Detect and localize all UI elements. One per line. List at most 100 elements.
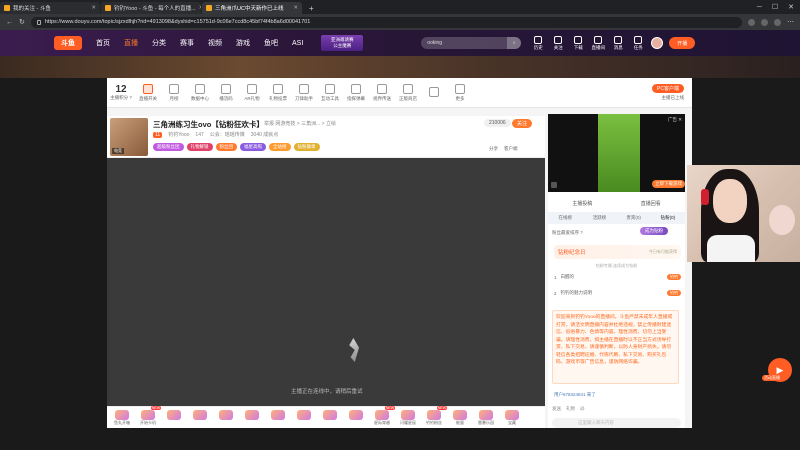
- fan-row[interactable]: 2 钓钓的魅力说明 钓钓: [554, 290, 681, 296]
- become-diamond-button[interactable]: 成为钻粉: [640, 227, 668, 235]
- gift-item[interactable]: [267, 409, 289, 426]
- refresh-icon[interactable]: ↻: [19, 18, 25, 26]
- tool-store[interactable]: 正版商店: [395, 83, 421, 102]
- search-input[interactable]: ooking ⌕: [421, 37, 522, 49]
- back-icon[interactable]: ←: [6, 19, 13, 26]
- user-avatar[interactable]: [651, 37, 664, 49]
- tool-live-switch[interactable]: 直播开关: [135, 83, 161, 102]
- chat-input[interactable]: 这里输入聊天内容: [552, 418, 681, 428]
- room-cover[interactable]: 电竞: [110, 118, 148, 156]
- badge[interactable]: 粉丝团: [215, 143, 237, 151]
- tool-vision-teleport[interactable]: 视界传送: [369, 83, 395, 102]
- ad-download-button[interactable]: 立即下载游戏: [652, 180, 685, 188]
- gift-item[interactable]: [189, 409, 211, 426]
- close-window-icon[interactable]: ✕: [788, 3, 794, 11]
- nav-video[interactable]: 视频: [208, 38, 222, 48]
- tab-vip[interactable]: 贵宾(0): [617, 212, 651, 224]
- ad-label[interactable]: 广告 ✕: [668, 117, 682, 123]
- nav-games[interactable]: 游戏: [236, 38, 250, 48]
- history-button[interactable]: 历史: [531, 35, 545, 51]
- gift-item[interactable]: [241, 409, 263, 426]
- chat-tool[interactable]: 礼物: [566, 406, 575, 412]
- gift-item[interactable]: 闪耀星辰: [397, 409, 419, 426]
- gift-item[interactable]: 钓钓粉丝 NEW: [423, 405, 447, 426]
- tab-anchor-posts[interactable]: 主播投稿: [572, 200, 592, 207]
- tool-ar-gift[interactable]: AR礼物: [239, 83, 265, 102]
- promo-banner[interactable]: 亚洲邀请赛 公主魔赛: [321, 35, 364, 51]
- profile-icon[interactable]: [774, 18, 781, 26]
- gift-item[interactable]: [215, 409, 237, 426]
- nav-category[interactable]: 分类: [152, 38, 166, 48]
- room-category[interactable]: 举报 网游竞技 > 三角洲... > 立绘: [264, 120, 336, 127]
- tab-replay[interactable]: 直播回看: [641, 200, 661, 207]
- browser-tab[interactable]: 钓钓Yooo - 斗鱼 - 每个人的直播...✕: [101, 2, 201, 14]
- tab-online[interactable]: 在线榜: [548, 212, 582, 224]
- tool-interaction[interactable]: 互动工具: [317, 83, 343, 102]
- gift-item[interactable]: [293, 409, 315, 426]
- video-player[interactable]: 主播正在连线中，请稍后重试: [107, 158, 545, 406]
- nav-fishbar[interactable]: 鱼吧: [264, 38, 278, 48]
- badge[interactable]: 全站榜: [269, 143, 291, 151]
- interaction-icon: [325, 83, 335, 94]
- tool-gift-vote[interactable]: 礼物投票: [265, 83, 291, 102]
- browser-tab-active[interactable]: 三角洲爪UC中天新作已上线 ✕: [202, 2, 302, 14]
- gift-item[interactable]: 能量: [449, 409, 471, 426]
- go-live-button[interactable]: 开播: [669, 37, 696, 49]
- badge[interactable]: 福星高照: [240, 143, 266, 151]
- minimize-icon[interactable]: ─: [757, 4, 762, 11]
- share-button[interactable]: 分享: [489, 146, 498, 152]
- badge[interactable]: 礼物解锁: [186, 143, 213, 151]
- nav-home[interactable]: 首页: [96, 38, 110, 48]
- anchor-score[interactable]: 12 主播积分 ?: [107, 84, 135, 101]
- tasks-button[interactable]: 任务: [631, 35, 645, 51]
- tool-more[interactable]: 更多: [447, 83, 473, 102]
- nav-events[interactable]: 赛事: [180, 38, 194, 48]
- gift-item[interactable]: [163, 409, 185, 426]
- maximize-icon[interactable]: ☐: [772, 3, 778, 11]
- search-icon[interactable]: ⌕: [507, 37, 522, 49]
- gift-item[interactable]: 开始卡机 NEW: [137, 405, 161, 426]
- follow-button[interactable]: 关注: [512, 119, 533, 128]
- mute-icon[interactable]: [551, 182, 557, 188]
- ad-banner[interactable]: 广告 ✕ 立即下载游戏: [548, 114, 685, 192]
- download-button[interactable]: 下载: [571, 35, 585, 51]
- close-icon[interactable]: ✕: [293, 5, 298, 11]
- streamer-name[interactable]: 钓钓Yooo: [168, 131, 189, 138]
- tool-data-center[interactable]: 数据中心: [187, 83, 213, 102]
- browser-tab[interactable]: 我的关注 - 斗鱼 ✕: [0, 2, 100, 14]
- chat-tool[interactable]: 发送: [552, 406, 561, 412]
- badge[interactable]: 超级粉丝团: [153, 143, 184, 151]
- gift-item[interactable]: [319, 409, 341, 426]
- douyu-logo[interactable]: 斗鱼: [54, 36, 82, 50]
- chat-tool[interactable]: @: [580, 406, 585, 412]
- menu-icon[interactable]: ⋯: [787, 18, 794, 26]
- tool-blade-assistant[interactable]: 刀锋助手: [291, 83, 317, 102]
- new-tab-button[interactable]: +: [303, 2, 320, 14]
- fans-anniversary[interactable]: 钻粉纪念日 今日有可能获得: [554, 245, 681, 259]
- close-icon[interactable]: ✕: [199, 5, 201, 11]
- badge[interactable]: 钻粉徽章: [293, 143, 320, 151]
- gift-item[interactable]: 雷暴乐园: [475, 409, 497, 426]
- tool-command-danmaku[interactable]: 指挥弹幕: [343, 83, 369, 102]
- nav-asi[interactable]: ASI: [292, 40, 303, 47]
- tab-active[interactable]: 活跃榜: [582, 212, 616, 224]
- client-button[interactable]: 客户端: [504, 146, 518, 152]
- studio-button[interactable]: 直播间: [591, 35, 605, 51]
- gift-item[interactable]: 鱼丸开箱: [111, 409, 133, 426]
- messages-button[interactable]: 消息: [611, 35, 625, 51]
- tool-monthly-rank[interactable]: 月榜: [161, 83, 187, 102]
- gift-item[interactable]: 宝藏: [501, 409, 523, 426]
- follow-list-button[interactable]: 关注: [551, 35, 565, 51]
- fan-row[interactable]: 1 白醒的 钓钓: [554, 274, 681, 280]
- url-field[interactable]: https://www.douyu.com/topic/sjzxdlhjh?ri…: [30, 16, 742, 28]
- close-icon[interactable]: ✕: [91, 5, 96, 11]
- tab-diamond[interactable]: 钻粉(0): [651, 212, 685, 224]
- gift-item[interactable]: [345, 409, 367, 426]
- nav-live[interactable]: 直播: [124, 38, 138, 48]
- tool-stream-key[interactable]: 播流码: [213, 83, 239, 102]
- gift-item[interactable]: 星际穿越 NEW: [371, 405, 395, 426]
- extension-icon[interactable]: [748, 18, 755, 26]
- favorites-icon[interactable]: [761, 18, 768, 26]
- pc-client-button[interactable]: PC客户端: [652, 84, 684, 93]
- tool-gift[interactable]: [421, 86, 447, 99]
